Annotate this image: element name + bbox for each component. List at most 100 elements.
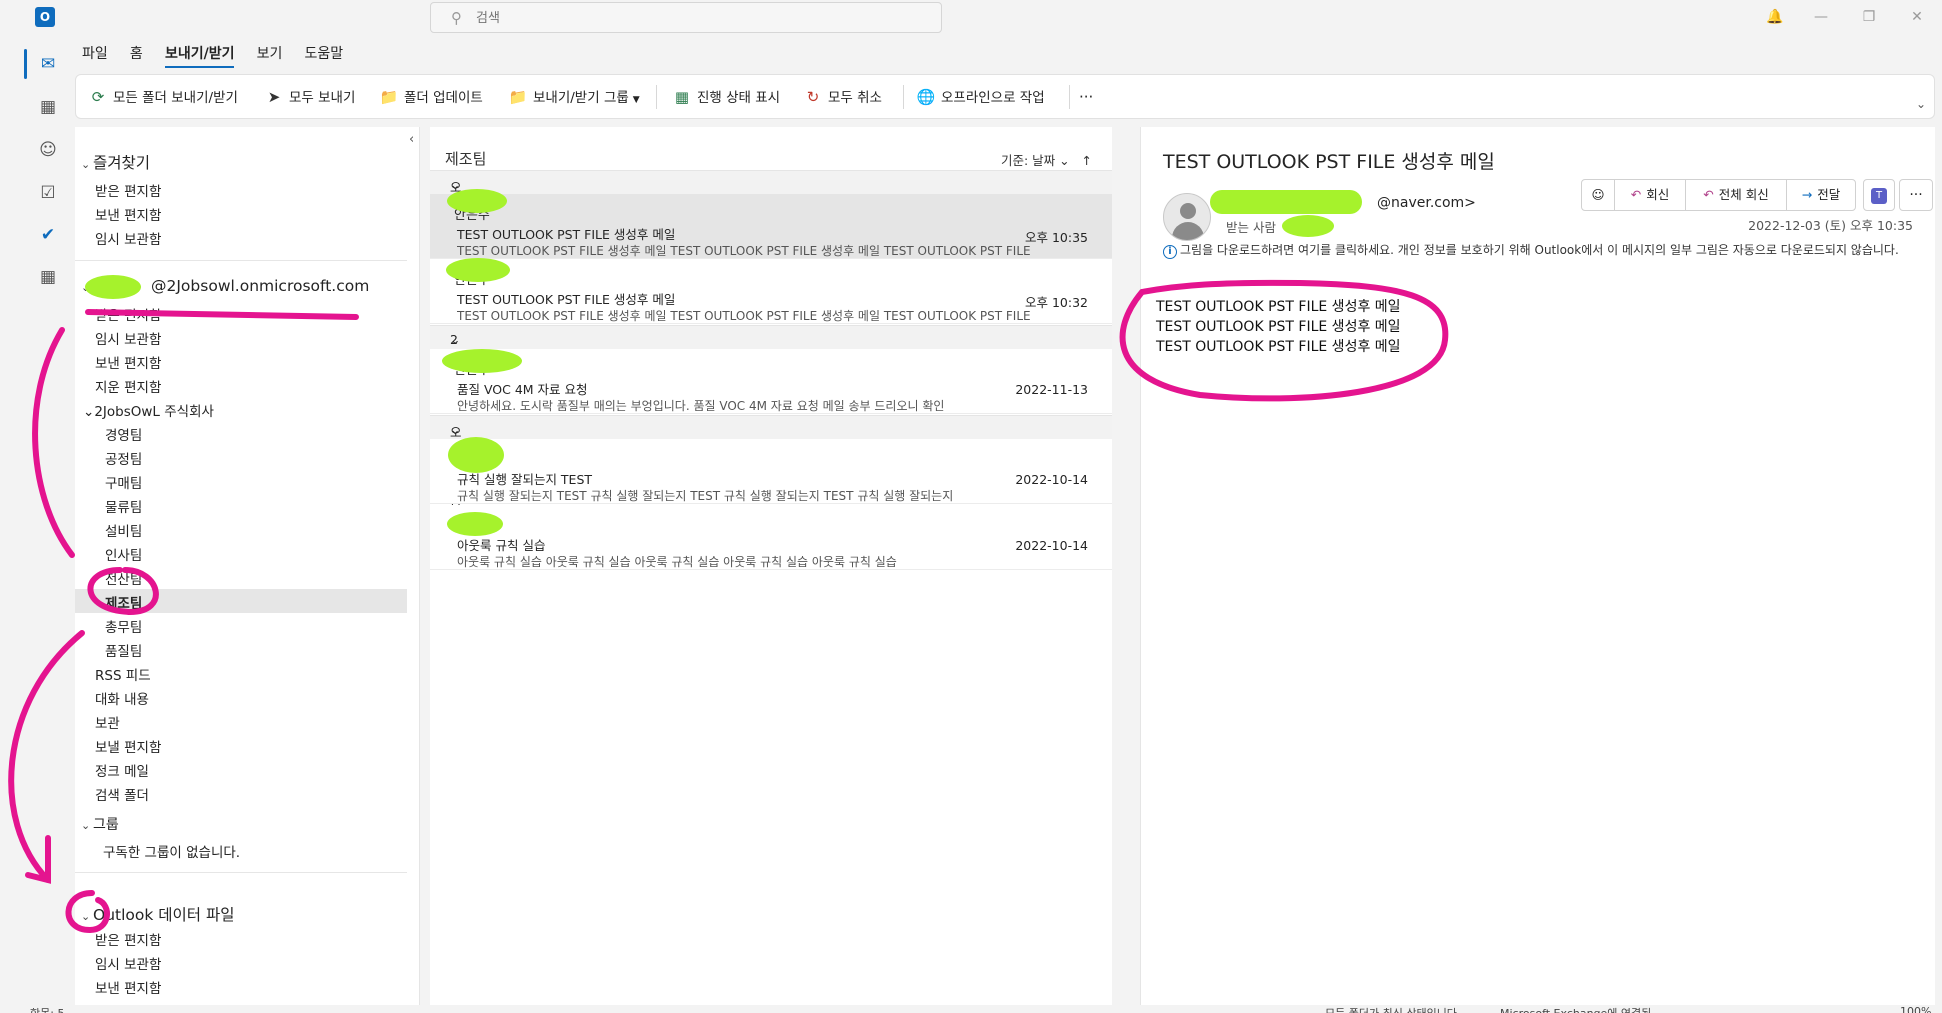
account-sent[interactable]: 보낸 편지함: [95, 352, 161, 372]
send-all-button[interactable]: ➤ 모두 보내기: [264, 85, 356, 109]
message-sender: 안은주: [454, 208, 490, 223]
search-folder[interactable]: 검색 폴더: [95, 784, 149, 804]
team-folder[interactable]: 구매팀: [105, 472, 142, 492]
search-box[interactable]: ⚲: [430, 2, 942, 33]
chevron-down-icon: ⌄: [81, 910, 91, 923]
message-actions: ☺ ↶ 회신 ↶ 전체 회신 → 전달 T ···: [1581, 179, 1933, 211]
date-group-header[interactable]: ⌄ 2주 전: [430, 325, 1112, 384]
date-group-header[interactable]: ⌄ 오래된 항목: [430, 415, 1112, 516]
favorites-drafts[interactable]: 임시 보관함: [95, 228, 161, 248]
team-folder[interactable]: 경영팀: [105, 424, 142, 444]
message-item[interactable]: 안은주 품질 VOC 4M 자료 요청 안녕하세요. 도시락 품질부 매의는 부…: [430, 349, 1112, 414]
message-preview: 규칙 실행 잘되는지 TEST 규칙 실행 잘되는지 TEST 규칙 실행 잘되…: [457, 489, 954, 503]
favorites-sent[interactable]: 보낸 편지함: [95, 204, 161, 224]
team-folder[interactable]: 품질팀: [105, 640, 142, 660]
chevron-down-icon: ▼: [632, 95, 640, 105]
company-folder[interactable]: ⌄2JobsOwL 주식회사: [83, 400, 214, 420]
mail-icon[interactable]: ✉: [34, 50, 62, 78]
tab-home[interactable]: 홈: [130, 44, 143, 68]
data-file-inbox[interactable]: 받은 편지함: [95, 929, 161, 949]
team-folder[interactable]: 공정팀: [105, 448, 142, 468]
data-file-header[interactable]: ⌄ Outlook 데이터 파일: [81, 903, 235, 925]
mail-date: 2022-12-03 (토) 오후 10:35: [1748, 218, 1913, 233]
message-preview: 아웃룩 규칙 실습 아웃룩 규칙 실습 아웃룩 규칙 실습 아웃룩 규칙 실습 …: [457, 555, 897, 569]
send-icon: ➤: [267, 88, 281, 106]
tab-view[interactable]: 보기: [257, 44, 283, 68]
send-receive-all-button[interactable]: ⟳ 모든 폴더 보내기/받기: [88, 85, 238, 109]
team-folder-selected[interactable]: 제조팀: [105, 592, 142, 612]
message-item[interactable]: 안은주 아웃룩 규칙 실습 아웃룩 규칙 실습 아웃룩 규칙 실습 아웃룩 규칙…: [430, 505, 1112, 570]
calendar-icon[interactable]: ▦: [34, 93, 62, 121]
search-input[interactable]: [476, 8, 916, 28]
message-item[interactable]: 안은주 TEST OUTLOOK PST FILE 생성후 메일 TEST OU…: [430, 194, 1112, 259]
cancel-all-button[interactable]: ↻ 모두 취소: [803, 85, 882, 109]
message-subject: 아웃룩 규칙 실습: [457, 538, 546, 553]
team-folder[interactable]: 전산팀: [105, 568, 142, 588]
tab-send-receive[interactable]: 보내기/받기: [164, 44, 235, 68]
team-folder[interactable]: 설비팀: [105, 520, 142, 540]
team-folder[interactable]: 물류팀: [105, 496, 142, 516]
sender-address[interactable]: @naver.com>: [1225, 195, 1476, 211]
conversation-folder[interactable]: 대화 내용: [95, 688, 149, 708]
todo-check-icon[interactable]: ✔: [34, 221, 62, 249]
groups-empty-text: 구독한 그룹이 없습니다.: [103, 845, 241, 861]
account-inbox[interactable]: 받은 편지함: [95, 304, 161, 324]
reply-all-button[interactable]: ↶ 전체 회신: [1685, 179, 1787, 211]
account-drafts[interactable]: 임시 보관함: [95, 328, 161, 348]
message-sender: 안은주: [454, 363, 490, 378]
sort-direction-icon[interactable]: ↑: [1082, 153, 1092, 168]
outbox-folder[interactable]: 보낼 편지함: [95, 736, 161, 756]
tab-file[interactable]: 파일: [82, 44, 108, 68]
teams-icon: T: [1871, 187, 1887, 204]
team-folder[interactable]: 총무팀: [105, 616, 142, 636]
message-item[interactable]: 안은주 TEST OUTLOOK PST FILE 생성후 메일 TEST OU…: [430, 259, 1112, 324]
account-deleted[interactable]: 지운 편지함: [95, 376, 161, 396]
archive-folder[interactable]: 보관: [95, 712, 120, 732]
image-download-notice[interactable]: i 그림을 다운로드하려면 여기를 클릭하세요. 개인 정보를 보호하기 위해 O…: [1163, 243, 1903, 259]
reply-button[interactable]: ↶ 회신: [1614, 179, 1686, 211]
ribbon-more-button[interactable]: ···: [1079, 85, 1093, 109]
status-sync: 모든 폴더가 최신 상태입니다.: [1325, 1005, 1460, 1013]
message-time: 2022-11-13: [1015, 382, 1088, 397]
minimize-icon[interactable]: —: [1810, 6, 1832, 28]
work-offline-button[interactable]: 🌐 오프라인으로 작업: [916, 85, 1045, 109]
globe-offline-icon: 🌐: [916, 88, 936, 106]
rail-active-indicator: [24, 49, 27, 79]
favorites-inbox[interactable]: 받은 편지함: [95, 180, 161, 200]
reading-pane: TEST OUTLOOK PST FILE 생성후 메일 @naver.com>…: [1140, 127, 1935, 1005]
sort-control[interactable]: 기준: 날짜 ⌄ ↑: [1001, 150, 1092, 169]
folder-divider: [75, 260, 407, 261]
send-receive-groups-button[interactable]: 📁 보내기/받기 그룹 ▼: [508, 85, 640, 109]
message-item[interactable]: 안은주 규칙 실행 잘되는지 TEST 규칙 실행 잘되는지 TEST 규칙 실…: [430, 439, 1112, 504]
status-item-count: 항목: 5: [30, 1005, 64, 1013]
update-folder-button[interactable]: 📁 폴더 업데이트: [379, 85, 483, 109]
teams-share-button[interactable]: T: [1863, 179, 1895, 211]
close-icon[interactable]: ✕: [1906, 6, 1928, 28]
favorites-header[interactable]: ⌄ 즐겨찾기: [81, 151, 150, 173]
junk-folder[interactable]: 정크 메일: [95, 760, 149, 780]
rss-folder[interactable]: RSS 피드: [95, 664, 151, 684]
team-folder[interactable]: 인사팀: [105, 544, 142, 564]
tasks-icon[interactable]: ☑: [34, 179, 62, 207]
bell-icon[interactable]: 🔔: [1764, 6, 1786, 28]
apps-grid-icon[interactable]: ▦: [34, 263, 62, 291]
tab-help[interactable]: 도움말: [305, 44, 344, 68]
groups-header[interactable]: ⌄ 그룹: [81, 814, 119, 834]
more-actions-button[interactable]: ···: [1899, 179, 1933, 211]
app-rail: ✉ ▦ ☺ ☑ ✔ ▦: [22, 35, 72, 1005]
emoji-react-button[interactable]: ☺: [1581, 179, 1615, 211]
people-icon[interactable]: ☺: [34, 136, 62, 164]
message-preview: 안녕하세요. 도시락 품질부 매의는 부엉입니다. 품질 VOC 4M 자료 요…: [457, 399, 945, 413]
collapse-pane-icon[interactable]: ‹: [409, 132, 414, 147]
avatar[interactable]: [1163, 193, 1211, 241]
show-progress-button[interactable]: ▦ 진행 상태 표시: [672, 85, 780, 109]
forward-button[interactable]: → 전달: [1786, 179, 1856, 211]
ribbon-expand-icon[interactable]: ⌄: [1916, 97, 1926, 111]
data-file-drafts[interactable]: 임시 보관함: [95, 953, 161, 973]
restore-icon[interactable]: ❐: [1858, 6, 1880, 28]
account-header[interactable]: ⌄ @2Jobsowl.onmicrosoft.com: [81, 277, 369, 295]
message-list: 제조팀 기준: 날짜 ⌄ ↑ ⌄ 오늘 안은주 TEST OUTLOOK PST…: [430, 127, 1112, 1005]
date-group-header[interactable]: ⌄ 오늘: [430, 170, 1112, 214]
message-subject: TEST OUTLOOK PST FILE 생성후 메일: [457, 227, 676, 242]
data-file-sent[interactable]: 보낸 편지함: [95, 977, 161, 997]
